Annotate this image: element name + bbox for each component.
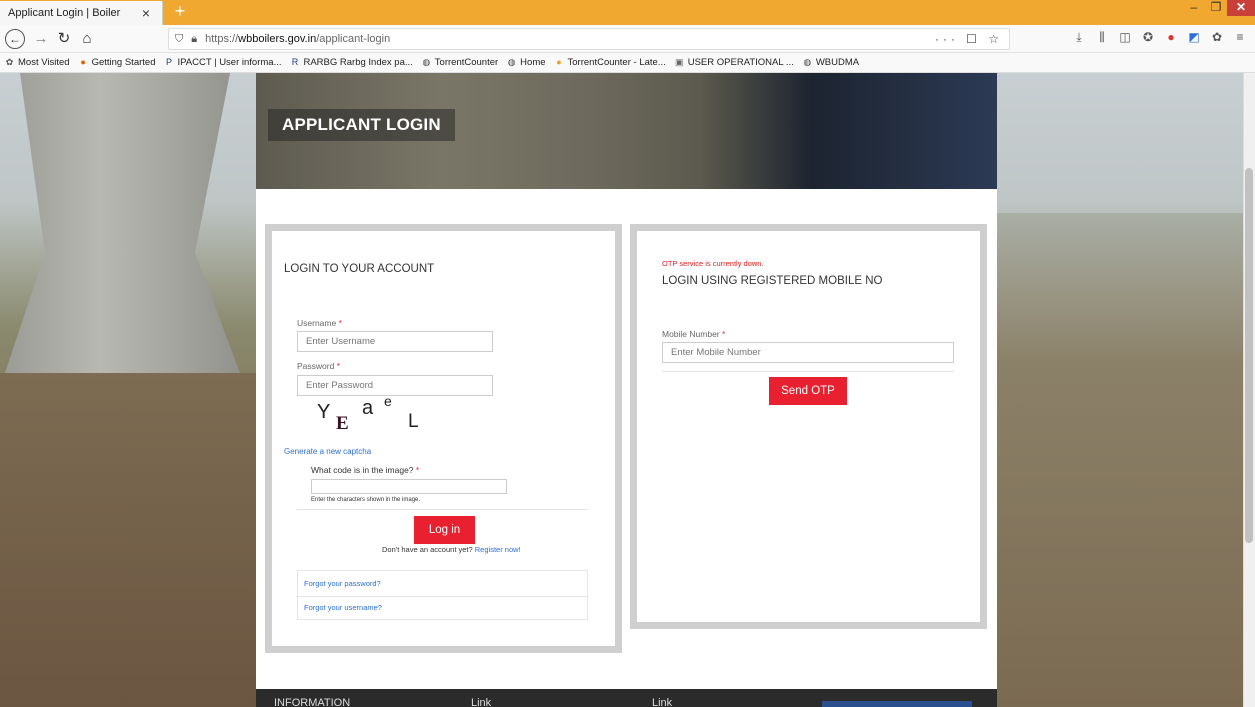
shield-icon: ⛉ (175, 32, 184, 45)
bookmark-label: WBUDMA (815, 57, 860, 68)
new-tab-button[interactable]: + (170, 2, 190, 21)
address-bar[interactable]: ⛉ 🔒︎ https://wbboilers.gov.in/applicant-… (168, 28, 1010, 50)
forgot-links-box: Forgot your password? Forgot your userna… (297, 570, 588, 620)
password-input[interactable] (297, 375, 493, 396)
firefox-icon: ● (80, 57, 86, 67)
bookmark-label: Most Visited (18, 57, 70, 68)
divider (298, 596, 587, 597)
bookmark-label: IPACCT | User informa... (177, 57, 282, 68)
browser-tab[interactable]: Applicant Login | Boiler × (0, 1, 163, 25)
lock-icon: 🔒︎ (191, 32, 198, 45)
bookmark-item[interactable]: ● TorrentCounter - Late... (554, 57, 666, 68)
sidebar-icon[interactable]: ◫ (1118, 29, 1132, 45)
bookmark-label: Getting Started (91, 57, 156, 68)
footer-link-heading: Link (471, 697, 492, 707)
document-icon: ▣ (674, 57, 684, 67)
torrent-icon: ● (556, 57, 562, 67)
home-icon[interactable]: ⌂ (78, 29, 96, 49)
window-close-icon[interactable]: ✕ (1227, 0, 1255, 16)
footer-link-heading: Link (652, 697, 673, 707)
header-banner: APPLICANT LOGIN (256, 73, 997, 189)
bookmark-item[interactable]: ● Getting Started (78, 57, 156, 68)
gear-icon: ✿ (5, 57, 14, 67)
tab-title: Applicant Login | Boiler (8, 7, 121, 19)
footer: INFORMATION Link Link (256, 689, 997, 707)
mobile-login-panel: OTP service is currently down. LOGIN USI… (630, 224, 987, 629)
reload-icon[interactable]: ↻ (55, 29, 73, 49)
page-actions-icon[interactable]: ··· ☐ ☆ (935, 32, 1003, 46)
bookmark-label: TorrentCounter - Late... (567, 57, 666, 68)
page-title: APPLICANT LOGIN (268, 109, 455, 141)
addon-icon[interactable]: ✿ (1210, 29, 1224, 45)
extension-icon[interactable]: ✪ (1141, 29, 1155, 45)
register-link[interactable]: Register now! (475, 545, 521, 554)
bookmark-label: USER OPERATIONAL ... (687, 57, 794, 68)
new-captcha-link[interactable]: Generate a new captcha (284, 447, 371, 456)
captcha-image: Y E a e L (317, 393, 419, 434)
login-heading: LOGIN TO YOUR ACCOUNT (284, 263, 435, 275)
globe-icon: ◍ (422, 57, 431, 67)
register-prompt: Don't have an account yet? Register now! (382, 545, 521, 554)
download-icon[interactable]: ⤓ (1072, 29, 1086, 45)
forward-arrow-icon[interactable]: → (32, 29, 50, 49)
bookmark-label: Home (520, 57, 546, 68)
bookmarks-bar: ✿ Most Visited ● Getting Started P IPACCT | U… (0, 53, 1255, 73)
library-icon[interactable]: ⫼ (1095, 29, 1109, 45)
main-content: APPLICANT LOGIN LOGIN TO YOUR ACCOUNT Us… (256, 73, 997, 707)
page-viewport: APPLICANT LOGIN LOGIN TO YOUR ACCOUNT Us… (0, 73, 1243, 707)
bookmark-item[interactable]: P IPACCT | User informa... (163, 57, 282, 68)
captcha-help-text: Enter the characters shown in the image. (311, 497, 421, 503)
login-panel: LOGIN TO YOUR ACCOUNT Username * Passwor… (265, 224, 622, 653)
send-otp-button[interactable]: Send OTP (769, 377, 847, 405)
bookmark-item[interactable]: ◍ Home (506, 57, 546, 68)
window-controls: ‒ ❐ ✕ (1183, 0, 1255, 20)
ip-icon: P (165, 57, 172, 67)
adblock-icon[interactable]: ● (1164, 29, 1178, 45)
mobile-login-heading: LOGIN USING REGISTERED MOBILE NO (662, 275, 883, 287)
navigation-bar: ← → ↻ ⌂ ⛉ 🔒︎ https://wbboilers.gov.in/ap… (0, 25, 1255, 53)
minimize-icon[interactable]: ‒ (1183, 0, 1205, 16)
tab-bar: Applicant Login | Boiler × + ‒ ❐ ✕ (0, 0, 1255, 25)
maximize-icon[interactable]: ❐ (1205, 0, 1227, 16)
menu-icon[interactable]: ≡ (1233, 29, 1247, 45)
mobile-number-input[interactable] (662, 342, 954, 363)
footer-information-heading: INFORMATION (274, 697, 351, 707)
forgot-username-link[interactable]: Forgot your username? (304, 603, 382, 612)
otp-warning: OTP service is currently down. (662, 259, 764, 268)
globe-icon: ◍ (803, 57, 812, 67)
bookmark-label: RARBG Rarbg Index pa... (303, 57, 413, 68)
close-icon[interactable]: × (138, 5, 154, 21)
mobile-number-label: Mobile Number * (662, 329, 726, 339)
divider (297, 509, 588, 510)
footer-widget (822, 701, 972, 707)
bookmark-item[interactable]: R RARBG Rarbg Index pa... (289, 57, 413, 68)
url-text: https://wbboilers.gov.in/applicant-login (205, 33, 391, 45)
r-icon: R (291, 57, 299, 67)
back-arrow-icon[interactable]: ← (5, 29, 25, 49)
scrollbar-thumb[interactable] (1245, 168, 1253, 543)
username-label: Username * (297, 318, 342, 328)
divider (662, 371, 954, 372)
bookmark-label: TorrentCounter (434, 57, 499, 68)
captcha-input[interactable] (311, 479, 507, 494)
construction-site-left (0, 373, 256, 707)
bookmark-item[interactable]: ✿ Most Visited (4, 57, 70, 68)
screenshot-icon[interactable]: ◩ (1187, 29, 1201, 45)
construction-site-right (997, 213, 1243, 707)
captcha-question-label: What code is in the image? * (311, 465, 420, 475)
globe-icon: ◍ (507, 57, 516, 67)
toolbar-icons: ⤓ ⫼ ◫ ✪ ● ◩ ✿ ≡ (1072, 29, 1247, 45)
password-label: Password * (297, 361, 341, 371)
login-button[interactable]: Log in (414, 516, 475, 544)
bookmark-item[interactable]: ◍ WBUDMA (802, 57, 859, 68)
bookmark-item[interactable]: ▣ USER OPERATIONAL ... (674, 57, 794, 68)
forgot-password-link[interactable]: Forgot your password? (304, 579, 381, 588)
username-input[interactable] (297, 331, 493, 352)
bookmark-item[interactable]: ◍ TorrentCounter (421, 57, 498, 68)
